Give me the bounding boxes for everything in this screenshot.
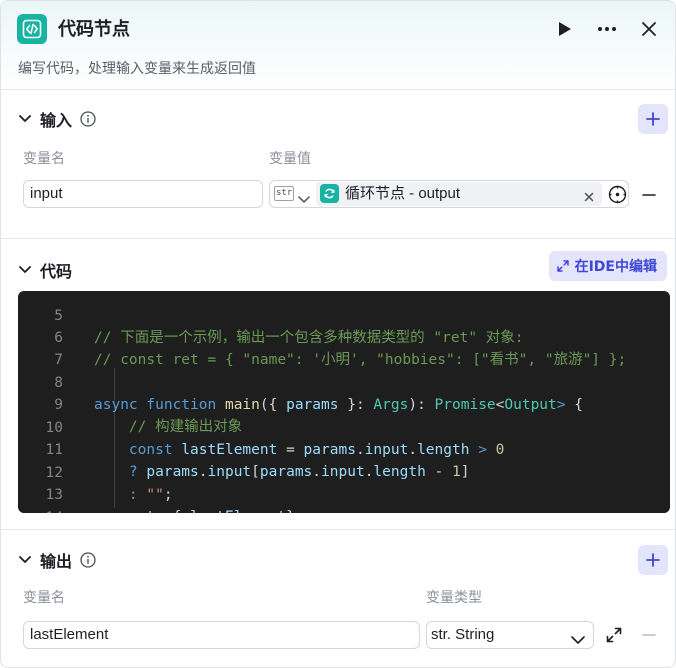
node-header: 代码节点 编写代码，处理输入变量来生成返回值: [1, 1, 675, 90]
output-variable-type-value: str. String: [431, 626, 495, 643]
edit-in-ide-button[interactable]: 在IDE中编辑: [548, 251, 667, 281]
select-variable-icon[interactable]: [608, 185, 627, 204]
clear-reference-icon[interactable]: [584, 187, 596, 202]
input-section-title: 输入: [40, 111, 73, 130]
output-section-title: 输出: [40, 552, 73, 571]
input-col-value-label: 变量值: [269, 151, 311, 167]
input-section-header[interactable]: 输入: [18, 107, 96, 131]
output-section: 输出 变量名 变量类型 lastElement str. String: [1, 530, 675, 667]
chevron-down-icon[interactable]: [18, 263, 32, 277]
input-variable-name-field[interactable]: input: [23, 180, 263, 208]
close-icon[interactable]: [637, 17, 661, 41]
info-icon[interactable]: [80, 111, 96, 127]
code-line: 9 // 构建输出对象: [18, 371, 670, 436]
chevron-down-icon[interactable]: [18, 112, 32, 126]
loop-icon: [320, 184, 339, 203]
chevron-down-icon: [571, 630, 585, 649]
edit-in-ide-label: 在IDE中编辑: [574, 259, 657, 275]
code-node-panel: 代码节点 编写代码，处理输入变量来生成返回值 输入 变量名 变量值 input …: [0, 0, 676, 668]
code-line: 10 const lastElement = params.input.leng…: [18, 394, 670, 459]
node-title: 代码节点: [58, 19, 130, 40]
code-line: 5 // 下面是一个示例，输出一个包含多种数据类型的 "ret" 对象:: [18, 291, 670, 347]
input-variable-value-field[interactable]: str 循环节点 - output: [269, 180, 629, 208]
code-section-header[interactable]: 代码: [18, 258, 72, 282]
output-col-name-label: 变量名: [23, 590, 65, 606]
code-line: 12 : "";: [18, 439, 670, 504]
code-line: 8 async function main({ params }: Args):…: [18, 349, 670, 414]
code-brackets-icon: [17, 14, 47, 44]
code-line: 7: [18, 326, 670, 368]
node-description: 编写代码，处理输入变量来生成返回值: [18, 61, 256, 77]
expand-arrows-icon: [556, 257, 569, 276]
code-line: 13 ret ={ lastElement}: [18, 461, 670, 513]
code-line: 15 }: [18, 506, 670, 513]
input-col-name-label: 变量名: [23, 151, 65, 167]
input-section: 输入 变量名 变量值 input str 循环节点 - output: [1, 90, 675, 239]
output-section-header[interactable]: 输出: [18, 548, 96, 572]
more-icon[interactable]: [595, 17, 619, 41]
play-icon[interactable]: [553, 17, 577, 41]
code-line: 11 ? params.input[params.input.length - …: [18, 416, 670, 481]
variable-type-tag[interactable]: str: [274, 186, 295, 201]
expand-icon[interactable]: [606, 627, 622, 643]
reference-chip: 循环节点 - output: [316, 182, 602, 206]
reference-chip-label: 循环节点 - output: [345, 185, 461, 202]
remove-input-button[interactable]: [641, 187, 657, 203]
code-line: 14 return ret;: [18, 484, 670, 513]
code-section: 代码 在IDE中编辑 5 // 下面是一个示例，输出一个包含多种数据类型的 "r…: [1, 239, 675, 530]
remove-output-button[interactable]: [641, 627, 657, 643]
type-chevron-down-icon[interactable]: [298, 189, 310, 208]
chevron-down-icon[interactable]: [18, 553, 32, 567]
output-variable-name-field[interactable]: lastElement: [23, 621, 420, 649]
output-col-type-label: 变量类型: [426, 590, 482, 606]
output-variable-type-select[interactable]: str. String: [426, 621, 594, 649]
code-line: 6 // const ret = { "name": '小明', "hobbie…: [18, 304, 670, 369]
add-input-button[interactable]: [638, 104, 668, 134]
add-output-button[interactable]: [638, 545, 668, 575]
code-section-title: 代码: [40, 262, 73, 281]
info-icon[interactable]: [80, 552, 96, 568]
code-editor[interactable]: 5 // 下面是一个示例，输出一个包含多种数据类型的 "ret" 对象: 6 /…: [18, 291, 670, 513]
